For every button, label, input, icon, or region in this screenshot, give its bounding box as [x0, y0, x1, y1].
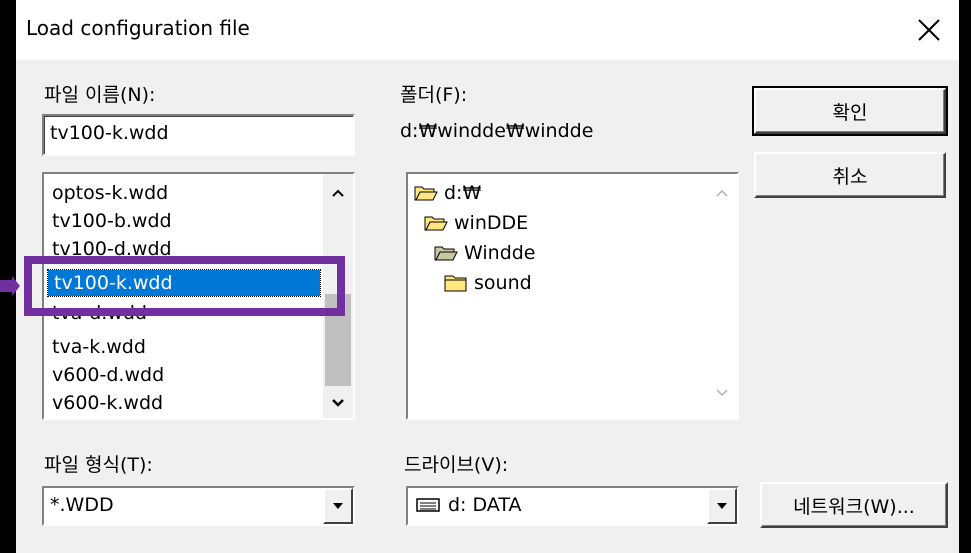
selection-highlight-annotation [24, 256, 345, 316]
folder-item-root[interactable]: d:₩ [414, 180, 481, 206]
file-name-input[interactable]: tv100-k.wdd [42, 114, 355, 156]
folder-name: Windde [464, 242, 536, 264]
scroll-up-button[interactable] [323, 178, 353, 208]
list-item[interactable]: tv100-b.wdd [52, 208, 172, 234]
folder-item-sound[interactable]: sound [444, 270, 532, 296]
scroll-up-button[interactable] [707, 178, 737, 208]
network-button[interactable]: 네트워크(W)... [760, 482, 948, 528]
close-button[interactable] [907, 8, 951, 52]
list-item[interactable]: optos-k.wdd [52, 180, 168, 206]
title-bar: Load configuration file [16, 0, 959, 60]
file-type-label: 파일 형식(T): [44, 454, 153, 476]
folder-path: d:₩windde₩windde [400, 120, 594, 142]
open-folder-icon [414, 186, 438, 201]
file-type-value: *.WDD [50, 494, 114, 516]
dialog-title: Load configuration file [26, 16, 250, 40]
chevron-down-icon [716, 389, 728, 397]
folder-name: sound [474, 272, 532, 294]
cancel-button[interactable]: 취소 [754, 152, 946, 198]
close-icon [918, 19, 940, 41]
open-folder-icon [424, 216, 448, 231]
chevron-down-icon [332, 399, 344, 407]
folder-item-windde-current[interactable]: Windde [434, 240, 536, 266]
chevron-up-icon [716, 189, 728, 197]
file-type-dropdown-button[interactable] [323, 488, 353, 524]
closed-folder-icon [444, 275, 467, 292]
drive-icon [416, 498, 440, 512]
dropdown-arrow-icon [333, 503, 343, 509]
file-name-label: 파일 이름(N): [44, 84, 156, 106]
list-item[interactable]: tva-k.wdd [52, 334, 146, 360]
folder-label: 폴더(F): [400, 84, 468, 106]
folder-name: d:₩ [444, 182, 482, 204]
drive-label: 드라이브(V): [404, 454, 509, 476]
drive-select[interactable]: d: DATA [406, 486, 739, 526]
open-folder-icon [434, 246, 458, 261]
drive-value-wrap: d: DATA [416, 494, 521, 516]
dropdown-arrow-icon [717, 503, 727, 509]
folder-item-windde-parent[interactable]: winDDE [424, 210, 528, 236]
chevron-up-icon [332, 189, 344, 197]
list-item[interactable]: v600-k.wdd [52, 390, 163, 416]
file-name-value: tv100-k.wdd [50, 122, 169, 144]
file-type-select[interactable]: *.WDD [42, 486, 355, 526]
scroll-down-button[interactable] [707, 378, 737, 408]
scroll-down-button[interactable] [323, 388, 353, 418]
folder-name: winDDE [454, 212, 529, 234]
folder-tree[interactable]: d:₩ winDDE Windde sound [406, 172, 739, 420]
folder-tree-scrollbar[interactable] [707, 174, 737, 418]
list-item[interactable]: v600-d.wdd [52, 362, 164, 388]
ok-button[interactable]: 확인 [752, 86, 948, 136]
drive-dropdown-button[interactable] [707, 488, 737, 524]
drive-value: d: DATA [448, 494, 522, 516]
pointer-arrow-icon [0, 276, 20, 296]
